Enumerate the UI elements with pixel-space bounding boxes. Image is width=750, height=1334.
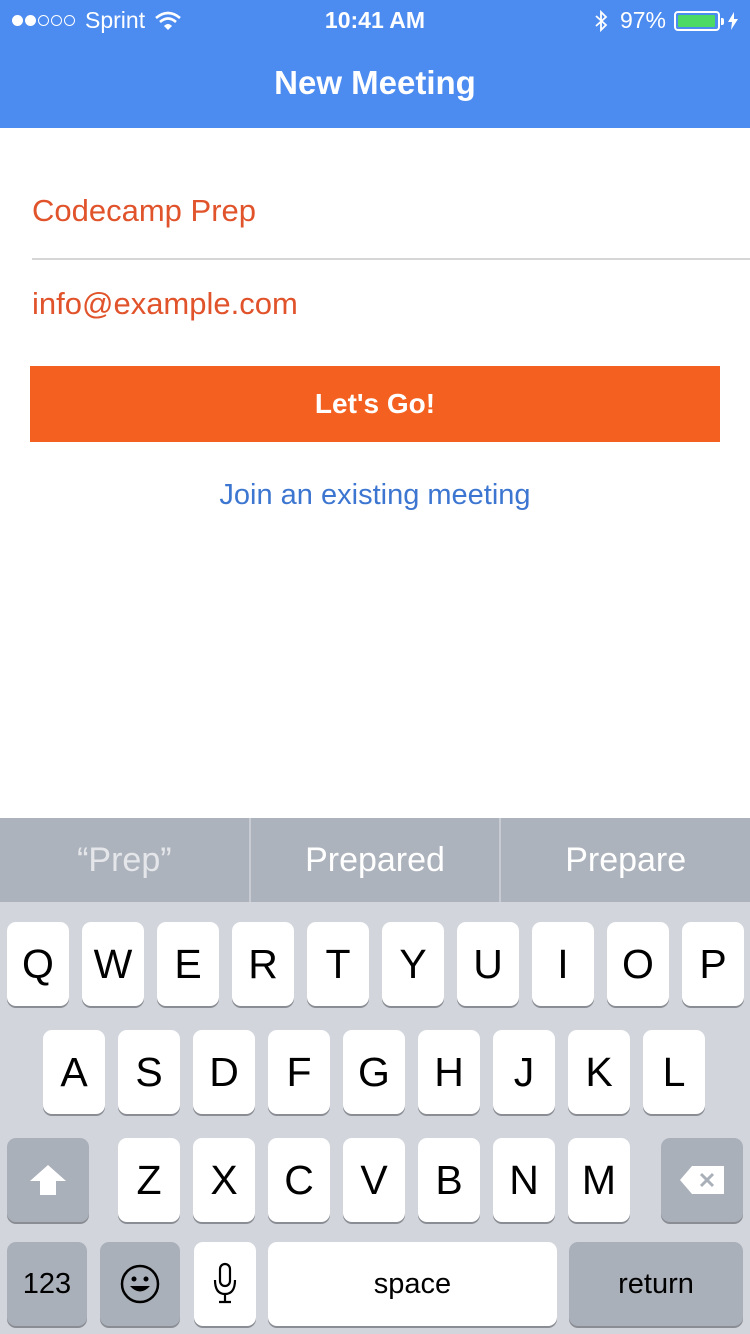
suggestion-item[interactable]: Prepare [499, 818, 750, 902]
emoji-icon [120, 1264, 160, 1304]
delete-key[interactable] [661, 1138, 743, 1222]
key-r[interactable]: R [232, 922, 294, 1006]
key-y[interactable]: Y [382, 922, 444, 1006]
space-key[interactable]: space [268, 1242, 557, 1326]
key-b[interactable]: B [418, 1138, 480, 1222]
battery-icon [674, 10, 724, 31]
key-i[interactable]: I [532, 922, 594, 1006]
key-j[interactable]: J [493, 1030, 555, 1114]
key-g[interactable]: G [343, 1030, 405, 1114]
key-c[interactable]: C [268, 1138, 330, 1222]
suggestion-item[interactable]: Prepared [248, 818, 500, 902]
key-k[interactable]: K [568, 1030, 630, 1114]
dictation-key[interactable] [194, 1242, 256, 1326]
status-bar: Sprint 10:41 AM 97% [0, 0, 750, 40]
return-key[interactable]: return [569, 1242, 743, 1326]
key-z[interactable]: Z [118, 1138, 180, 1222]
key-a[interactable]: A [43, 1030, 105, 1114]
key-v[interactable]: V [343, 1138, 405, 1222]
meeting-name-field[interactable]: Codecamp Prep [32, 193, 256, 229]
status-right: 97% [594, 7, 738, 34]
key-o[interactable]: O [607, 922, 669, 1006]
suggestion-item[interactable]: “Prep” [0, 818, 249, 902]
key-h[interactable]: H [418, 1030, 480, 1114]
join-existing-meeting-link[interactable]: Join an existing meeting [0, 479, 750, 512]
key-d[interactable]: D [193, 1030, 255, 1114]
key-w[interactable]: W [82, 922, 144, 1006]
battery-fill [678, 14, 715, 27]
lets-go-button[interactable]: Let's Go! [30, 366, 720, 442]
key-t[interactable]: T [307, 922, 369, 1006]
key-u[interactable]: U [457, 922, 519, 1006]
numbers-key[interactable]: 123 [7, 1242, 87, 1326]
key-m[interactable]: M [568, 1138, 630, 1222]
key-e[interactable]: E [157, 922, 219, 1006]
emoji-key[interactable] [100, 1242, 180, 1326]
page-title: New Meeting [274, 64, 476, 101]
key-p[interactable]: P [682, 922, 744, 1006]
key-s[interactable]: S [118, 1030, 180, 1114]
suggestion-bar: “Prep” Prepared Prepare [0, 818, 750, 902]
key-x[interactable]: X [193, 1138, 255, 1222]
key-l[interactable]: L [643, 1030, 705, 1114]
key-q[interactable]: Q [7, 922, 69, 1006]
navigation-bar: Sprint 10:41 AM 97% New Meeting [0, 0, 750, 128]
key-f[interactable]: F [268, 1030, 330, 1114]
email-field[interactable]: info@example.com [32, 286, 298, 322]
battery-percent: 97% [619, 7, 666, 33]
shift-arrow-icon [30, 1165, 66, 1195]
charging-bolt-icon [728, 11, 738, 30]
backspace-icon [680, 1166, 724, 1194]
bluetooth-icon [595, 9, 608, 32]
key-n[interactable]: N [493, 1138, 555, 1222]
microphone-icon [213, 1262, 237, 1304]
shift-key[interactable] [7, 1138, 89, 1222]
keyboard: “Prep” Prepared Prepare Q W E R T Y U I … [0, 818, 750, 1334]
field-divider [32, 258, 750, 260]
